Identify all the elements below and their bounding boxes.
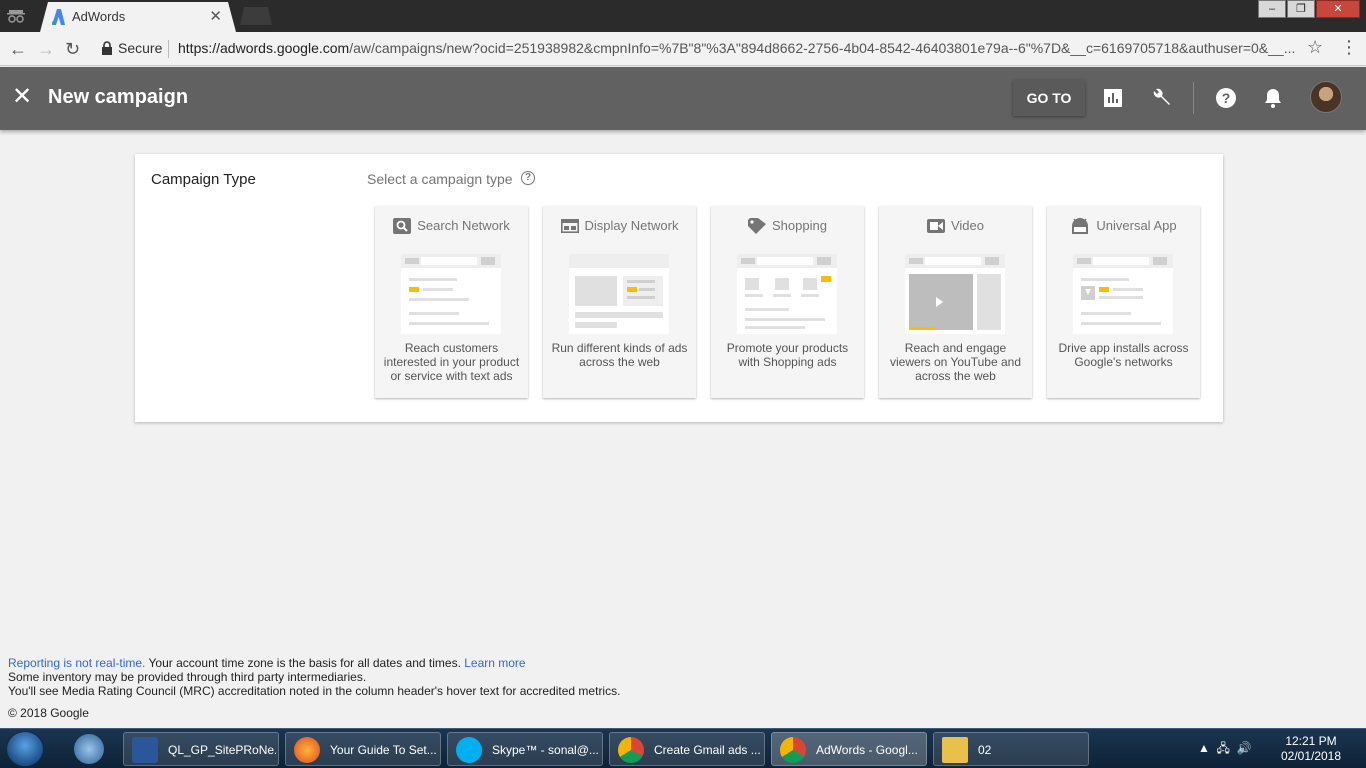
display-illustration: [569, 254, 669, 334]
option-description: Reach and engage viewers on YouTube and …: [890, 341, 1021, 383]
option-description: Run different kinds of ads across the we…: [551, 341, 688, 369]
search-icon: [393, 217, 412, 234]
option-title: Search Network: [417, 218, 510, 234]
incognito-icon: [6, 6, 26, 26]
window-close-button[interactable]: ✕: [1316, 0, 1360, 18]
app-header: ✕ New campaign GO TO ?: [0, 67, 1366, 130]
url-host: https://adwords.google.com: [178, 40, 350, 56]
search-illustration: [401, 254, 501, 334]
taskbar-label: Create Gmail ads ...: [654, 743, 761, 757]
video-icon: [926, 218, 945, 233]
android-icon: [1072, 217, 1089, 234]
campaign-type-card: Campaign Type Select a campaign type ? S…: [135, 154, 1223, 422]
taskbar-item-chrome-adwords[interactable]: AdWords - Googl...: [771, 732, 927, 766]
tab-close-icon[interactable]: ✕: [209, 7, 222, 25]
forward-arrow-icon[interactable]: →: [37, 39, 55, 60]
browser-tab-adwords[interactable]: AdWords ✕: [40, 2, 236, 32]
chrome-menu-icon[interactable]: ⋮: [1340, 37, 1358, 58]
taskbar-label: AdWords - Googl...: [816, 743, 918, 757]
tag-icon: [748, 217, 767, 234]
address-bar: ← → ↻ Secure https://adwords.google.com/…: [0, 32, 1366, 66]
lock-icon: [102, 41, 112, 55]
taskbar-item-folder[interactable]: 02: [933, 732, 1089, 766]
chrome-icon: [780, 737, 806, 763]
help-circle-icon[interactable]: ?: [521, 171, 535, 185]
copyright: © 2018 Google: [8, 706, 89, 720]
secure-label: Secure: [118, 40, 163, 56]
campaign-option-shopping[interactable]: Shopping Promote your products with Shop…: [711, 206, 864, 398]
taskbar-label: 02: [978, 743, 992, 757]
campaign-option-universal-app[interactable]: Universal App Drive app installs across …: [1047, 206, 1200, 398]
footer-line-2: Some inventory may be provided through t…: [8, 670, 367, 684]
bookmark-star-icon[interactable]: ☆: [1307, 37, 1323, 58]
footer-notes: Reporting is not real-time. Your account…: [8, 656, 620, 698]
restore-button[interactable]: ❐: [1287, 0, 1315, 18]
option-title: Display Network: [584, 218, 679, 234]
adwords-logo-icon: [52, 9, 65, 25]
svg-text:?: ?: [1222, 90, 1231, 106]
minimize-button[interactable]: ‒: [1258, 0, 1286, 18]
back-arrow-icon[interactable]: ←: [9, 39, 27, 60]
folder-icon: [942, 737, 968, 763]
app-illustration: [1073, 254, 1173, 334]
campaign-type-label: Campaign Type: [151, 171, 256, 188]
chrome-icon: [618, 737, 644, 763]
skype-icon: [456, 737, 482, 763]
browser-tab-strip: AdWords ✕ ‒ ❐ ✕: [0, 0, 1366, 32]
close-icon[interactable]: ✕: [12, 85, 36, 109]
option-description: Promote your products with Shopping ads: [726, 341, 849, 369]
option-title: Universal App: [1096, 218, 1177, 234]
address-separator: [168, 40, 169, 58]
shopping-illustration: [737, 254, 837, 334]
learn-more-link[interactable]: Learn more: [464, 656, 525, 670]
video-illustration: [905, 254, 1005, 334]
system-tray[interactable]: ▲ 🖧 🔊: [1198, 739, 1252, 760]
taskbar-item-skype[interactable]: Skype™ - sonal@...: [447, 732, 603, 766]
notifications-bell-icon[interactable]: [1261, 86, 1285, 110]
clock-date: 02/01/2018: [1280, 749, 1342, 763]
campaign-option-search[interactable]: Search Network Reach customers intereste…: [375, 206, 528, 398]
account-avatar[interactable]: [1310, 81, 1342, 113]
option-description: Drive app installs across Google's netwo…: [1058, 341, 1189, 369]
url-field[interactable]: https://adwords.google.com/aw/campaigns/…: [178, 40, 1298, 56]
campaign-option-display[interactable]: Display Network Run different kinds of a…: [543, 206, 696, 398]
page-title: New campaign: [48, 86, 189, 108]
wrench-icon[interactable]: [1149, 86, 1173, 110]
option-title: Shopping: [772, 218, 827, 234]
taskbar-label: QL_GP_SitePRoNe...: [168, 743, 276, 757]
footer-line-3: You'll see Media Rating Council (MRC) ac…: [8, 684, 621, 698]
url-path: /aw/campaigns/new?ocid=251938982&cmpnInf…: [349, 40, 1296, 56]
taskbar-item-word[interactable]: QL_GP_SitePRoNe...: [123, 732, 279, 766]
reporting-not-realtime-link[interactable]: Reporting is not real-time.: [8, 656, 145, 670]
start-button[interactable]: [6, 731, 44, 767]
taskbar-clock[interactable]: 12:21 PM 02/01/2018: [1276, 734, 1346, 764]
option-title: Video: [950, 218, 984, 234]
clock-time: 12:21 PM: [1285, 734, 1337, 748]
new-tab-button[interactable]: [240, 7, 272, 25]
help-icon[interactable]: ?: [1214, 86, 1238, 110]
display-icon: [560, 218, 579, 233]
header-divider: [1193, 82, 1194, 114]
reload-icon[interactable]: ↻: [65, 39, 80, 60]
option-description: Reach customers interested in your produ…: [383, 341, 520, 383]
taskbar-label: Skype™ - sonal@...: [492, 743, 599, 757]
taskbar-item-chrome-gmail-ads[interactable]: Create Gmail ads ...: [609, 732, 765, 766]
windows-taskbar: QL_GP_SitePRoNe... Your Guide To Set... …: [0, 728, 1366, 768]
campaign-type-prompt: Select a campaign type: [367, 171, 513, 187]
footer-text-1: Your account time zone is the basis for …: [145, 656, 465, 670]
firefox-icon: [294, 737, 320, 763]
taskbar-item-firefox[interactable]: Your Guide To Set...: [285, 732, 441, 766]
reports-icon[interactable]: [1101, 86, 1125, 110]
footer-line-1: Reporting is not real-time. Your account…: [8, 656, 620, 670]
thunderbird-icon[interactable]: [74, 734, 104, 764]
word-doc-icon: [132, 737, 158, 763]
goto-button[interactable]: GO TO: [1013, 80, 1085, 116]
tab-title: AdWords: [72, 9, 126, 24]
campaign-option-video[interactable]: Video Reach and engage viewers on YouTub…: [879, 206, 1032, 398]
taskbar-label: Your Guide To Set...: [330, 743, 437, 757]
